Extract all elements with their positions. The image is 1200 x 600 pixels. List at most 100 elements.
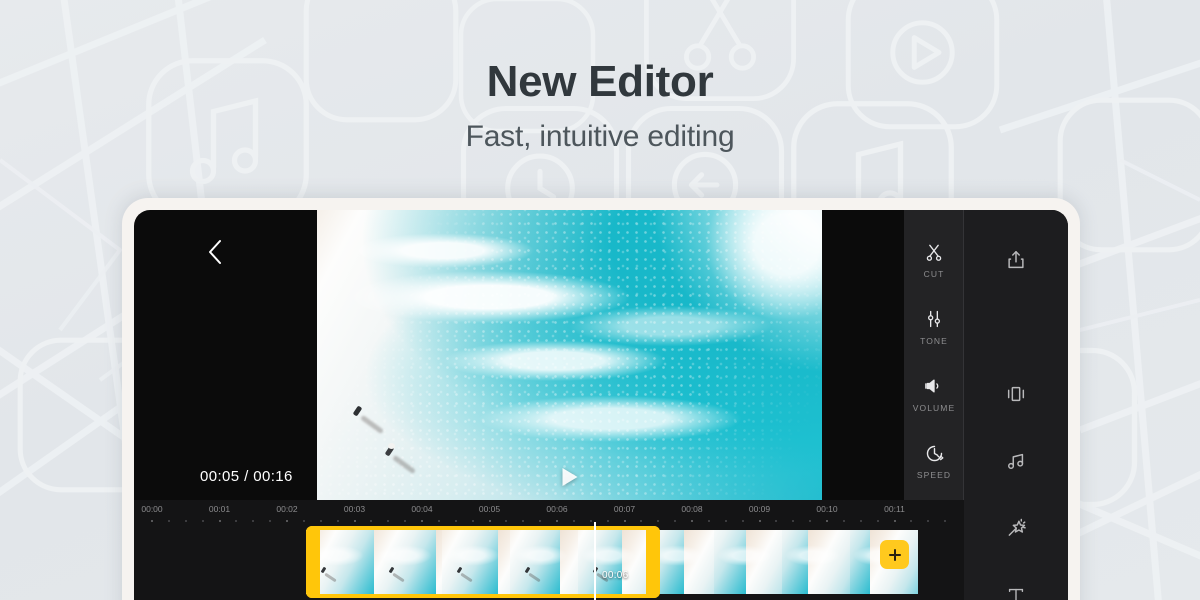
- volume-icon: [923, 374, 945, 398]
- ruler-tick-label: 00:08: [681, 504, 703, 514]
- play-button[interactable]: [562, 468, 577, 486]
- ruler-tick-dot: [623, 520, 626, 522]
- ruler-tick-dot: [252, 520, 255, 522]
- filmstrip[interactable]: [306, 530, 918, 594]
- filmstrip-frame[interactable]: [510, 530, 578, 594]
- filmstrip-frame[interactable]: [374, 530, 442, 594]
- ruler-tick-dot: [218, 520, 221, 522]
- sliders-icon: [924, 307, 944, 331]
- magic-wand-icon: [1005, 516, 1028, 540]
- ruler-tick-dot: [842, 520, 845, 522]
- timeline[interactable]: 00:00 00:01 00:02 00:03 00:04 00:05 00:06 00:07…: [134, 500, 964, 600]
- tool-text[interactable]: [964, 561, 1068, 600]
- ruler-tick-dot: [184, 520, 187, 522]
- tool-tone[interactable]: TONE: [904, 293, 964, 360]
- ruler-tick-label: 00:10: [816, 504, 838, 514]
- back-button[interactable]: [198, 235, 232, 269]
- ruler-tick-dot: [741, 520, 744, 522]
- filmstrip-frame[interactable]: [578, 530, 646, 594]
- video-frame-image: [317, 210, 822, 500]
- scissors-icon: [924, 240, 944, 264]
- secondary-toolbar: [964, 210, 1068, 600]
- tool-volume[interactable]: VOLUME: [904, 360, 964, 427]
- ruler-tick-dot: [387, 520, 390, 522]
- ruler-tick-dot: [640, 520, 643, 522]
- time-display: 00:05 / 00:16: [200, 468, 293, 485]
- ruler-tick-dot: [488, 520, 491, 522]
- ruler-tick-dot: [437, 520, 440, 522]
- device-frame: 00:05 / 00:16 CUT TONE VOLUME SPEED 00:0…: [122, 198, 1080, 600]
- ruler-tick-dot: [876, 520, 879, 522]
- timeline-ruler[interactable]: 00:00 00:01 00:02 00:03 00:04 00:05 00:06 00:07…: [134, 500, 964, 528]
- ruler-tick-dot: [302, 520, 305, 522]
- device-screen: 00:05 / 00:16 CUT TONE VOLUME SPEED 00:0…: [134, 210, 1068, 600]
- music-note-icon: [1005, 449, 1027, 473]
- ruler-tick-dot: [353, 520, 356, 522]
- ruler-tick-dot: [859, 520, 862, 522]
- tool-cut[interactable]: CUT: [904, 226, 964, 293]
- tool-speed[interactable]: SPEED: [904, 427, 964, 494]
- ruler-tick-dot: [809, 520, 812, 522]
- ruler-tick-dot: [319, 520, 322, 522]
- ruler-tick-dot: [691, 520, 693, 522]
- ruler-tick-dot: [927, 520, 930, 522]
- ruler-tick-dot: [167, 520, 170, 522]
- ruler-tick-dot: [235, 520, 238, 522]
- ruler-tick-dot: [286, 520, 288, 522]
- ruler-tick-dot: [471, 520, 474, 522]
- tool-music[interactable]: [964, 427, 1068, 494]
- ruler-tick-label: 00:00: [141, 504, 163, 514]
- ruler-tick-dot: [370, 520, 373, 522]
- add-clip-button[interactable]: [880, 540, 909, 569]
- tool-speed-label: SPEED: [916, 470, 952, 480]
- ruler-tick-label: 00:01: [208, 504, 231, 514]
- ruler-tick-dot: [454, 520, 457, 522]
- tool-share[interactable]: [964, 226, 1068, 293]
- filmstrip-frame[interactable]: [442, 530, 510, 594]
- ruler-tick-dot: [707, 520, 710, 522]
- playhead[interactable]: [594, 522, 596, 600]
- ruler-tick-dot: [657, 520, 660, 522]
- ruler-tick-dot: [556, 520, 558, 522]
- speed-clock-icon: [924, 441, 945, 465]
- ruler-tick-label: 00:07: [613, 504, 636, 514]
- transitions-icon: [1004, 382, 1028, 406]
- tool-transitions[interactable]: [964, 360, 1068, 427]
- ruler-tick-dot: [505, 520, 508, 522]
- tool-magic[interactable]: [964, 494, 1068, 561]
- ruler-tick-dot: [336, 520, 339, 522]
- ruler-tick-label: 00:09: [748, 504, 771, 514]
- ruler-tick-dot: [724, 520, 727, 522]
- tool-cut-label: CUT: [923, 269, 945, 279]
- ruler-tick-label: 00:04: [411, 504, 433, 514]
- video-preview[interactable]: [317, 210, 822, 500]
- timeline-track[interactable]: 00:06: [134, 526, 964, 598]
- clip-duration-badge: 00:06: [602, 570, 629, 581]
- ruler-tick-dot: [522, 520, 525, 522]
- page-subtitle: Fast, intuitive editing: [465, 120, 735, 154]
- ruler-tick-dot: [910, 520, 913, 522]
- ruler-tick-dot: [758, 520, 761, 522]
- ruler-tick-dot: [606, 520, 609, 522]
- ruler-tick-dot: [201, 520, 204, 522]
- ruler-tick-label: 00:02: [276, 504, 298, 514]
- ruler-tick-dot: [404, 520, 407, 522]
- trim-handle-left[interactable]: [306, 526, 320, 598]
- share-export-icon: [1005, 248, 1027, 272]
- ruler-tick-dot: [421, 520, 423, 522]
- ruler-tick-dot: [539, 520, 542, 522]
- hero-section: New Editor Fast, intuitive editing: [0, 57, 1200, 154]
- ruler-tick-dot: [572, 520, 575, 522]
- ruler-tick-dot: [893, 520, 896, 522]
- plus-icon: [888, 548, 901, 561]
- trim-handle-right[interactable]: [646, 526, 660, 598]
- filmstrip-frame[interactable]: [782, 530, 850, 594]
- ruler-tick-label: 00:05: [478, 504, 501, 514]
- filmstrip-frame[interactable]: [714, 530, 782, 594]
- ruler-tick-dot: [151, 520, 153, 522]
- ruler-tick-dot: [944, 520, 947, 522]
- ruler-tick-label: 00:06: [546, 504, 568, 514]
- page-title: New Editor: [486, 57, 714, 106]
- ruler-tick-dot: [589, 520, 592, 522]
